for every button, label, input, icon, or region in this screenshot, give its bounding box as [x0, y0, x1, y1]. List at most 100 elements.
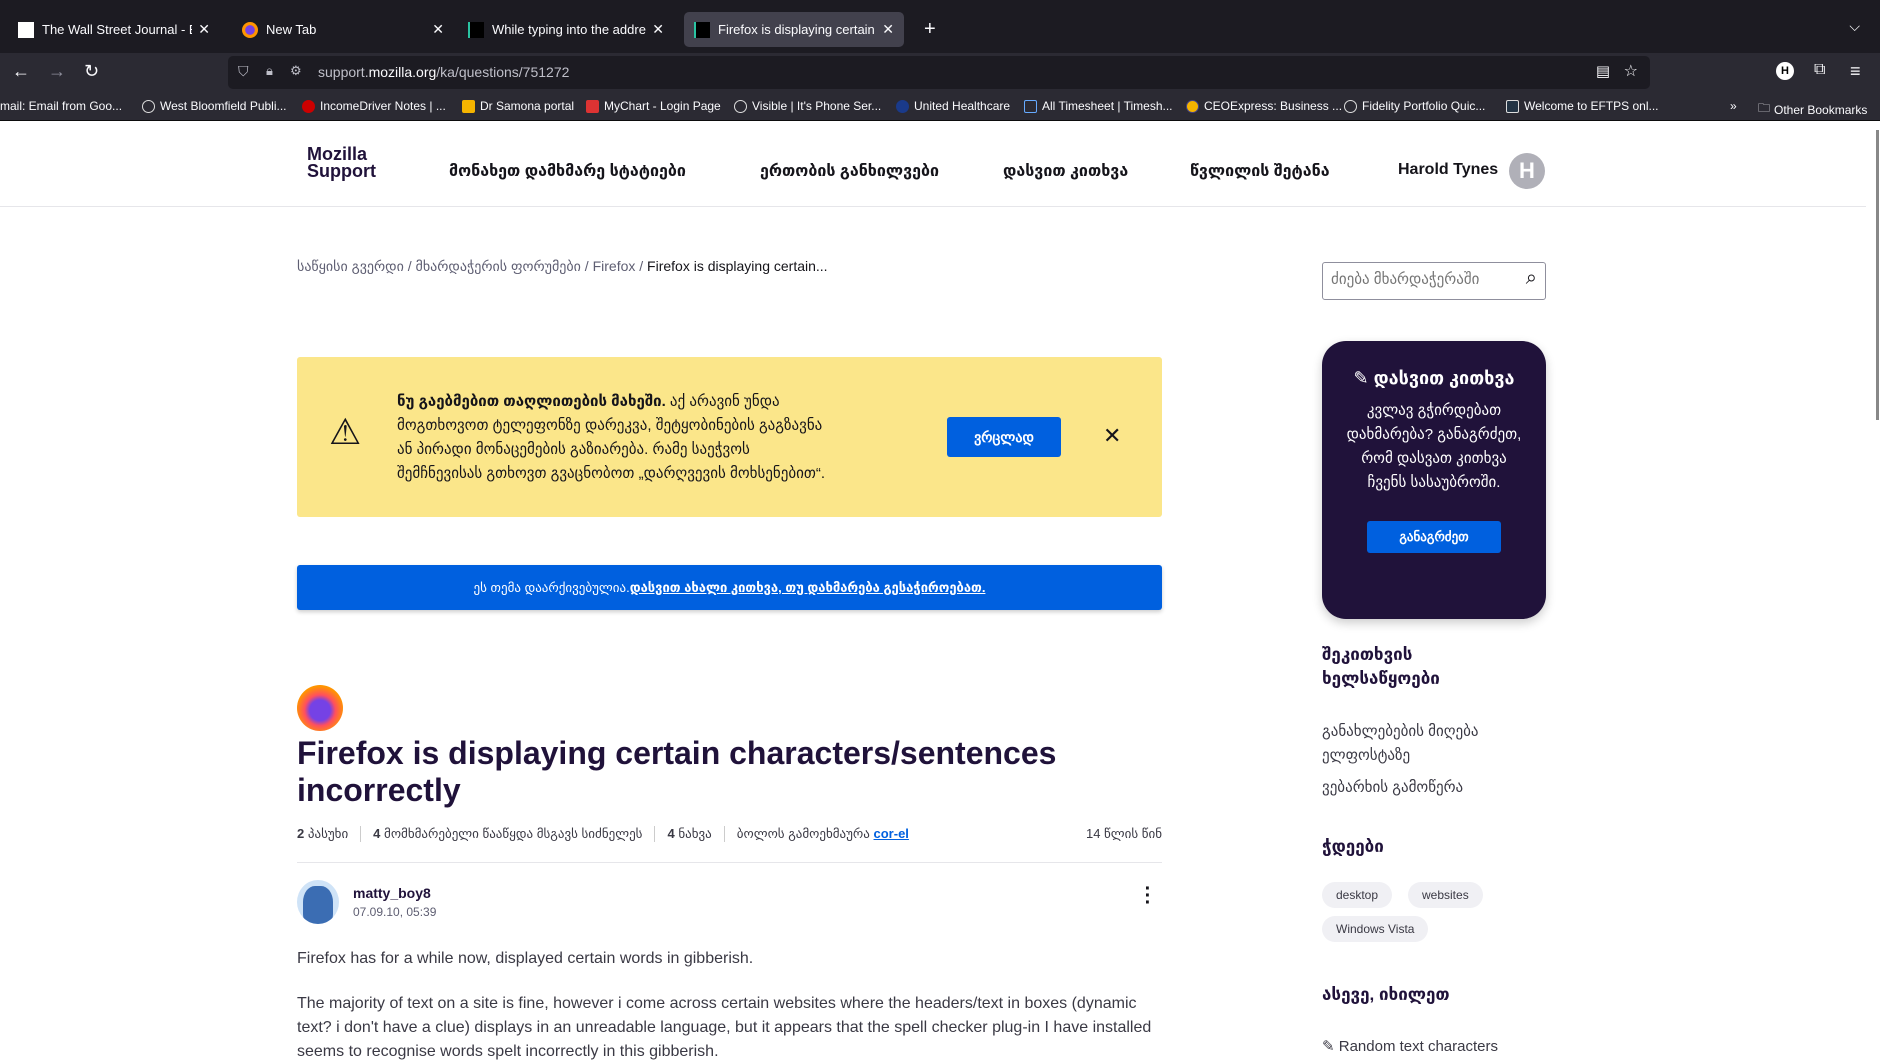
get-email-updates-link[interactable]: განახლებების მიღება ელფოსტაზე [1322, 720, 1522, 768]
tab-typing[interactable]: While typing into the address bar✕ [458, 12, 674, 47]
divider [297, 862, 1162, 863]
user-avatar[interactable]: H [1509, 153, 1545, 189]
url-bar[interactable]: ⛉ 🔒︎ ⚙ support.mozilla.org/ka/questions/… [228, 56, 1650, 89]
edit-icon: ✎ [1353, 368, 1369, 388]
tab-wsj[interactable]: The Wall Street Journal - Breaking✕ [8, 12, 220, 47]
samona-icon [462, 99, 475, 113]
learn-more-button[interactable]: ვრცლად [947, 417, 1061, 457]
views-stat: 4 ნახვა [655, 826, 725, 842]
nav-contribute[interactable]: წვლილის შეტანა [1190, 161, 1330, 181]
search-icon[interactable]: ⌕ [1526, 267, 1537, 290]
site-header: Mozilla Support მონახეთ დამხმარე სტატიები… [0, 121, 1866, 207]
question-title: Firefox is displaying certain characters… [297, 735, 1057, 808]
account-icon[interactable]: H [1776, 62, 1794, 80]
forward-icon[interactable]: → [48, 61, 66, 82]
wsj-icon [18, 21, 34, 38]
tags-heading: ჭდეები [1322, 837, 1384, 856]
mozilla-support-logo[interactable]: Mozilla Support [307, 145, 376, 180]
permissions-icon[interactable]: ⚙ [290, 63, 302, 79]
tab-bar: The Wall Street Journal - Breaking✕ New … [0, 0, 1880, 53]
list-tabs-icon[interactable]: ⌵ [1849, 18, 1860, 35]
tab-active[interactable]: Firefox is displaying certain characters… [684, 12, 904, 47]
related-article-link[interactable]: ✎ Random text characters [1322, 1035, 1498, 1059]
nav-ask-question[interactable]: დასვით კითხვა [1003, 161, 1128, 181]
same-problem-stat: 4 მომხმარებელი წააწყდა მსგავს სიძნელეს [361, 826, 656, 842]
bookmark-item[interactable]: CEOExpress: Business ... [1186, 99, 1342, 113]
firefox-icon [242, 21, 258, 38]
back-icon[interactable]: ← [12, 61, 30, 82]
author-avatar[interactable] [297, 880, 339, 924]
breadcrumb-home[interactable]: საწყისი გვერდი [297, 258, 404, 274]
other-bookmarks[interactable]: 🗀 Other Bookmarks [1758, 99, 1867, 120]
breadcrumb-forums[interactable]: მხარდაჭერის ფორუმები [416, 258, 581, 274]
question-body: Firefox has for a while now, displayed c… [297, 950, 1152, 1060]
bookmark-item[interactable]: Visible | It's Phone Ser... [734, 99, 881, 113]
close-tab-icon[interactable]: ✕ [652, 21, 664, 38]
eftps-icon [1506, 99, 1519, 113]
nav-community-discussions[interactable]: ერთობის განხილვები [760, 161, 939, 181]
last-reply-stat: ბოლოს გამოეხმაურა cor-el [736, 826, 909, 841]
search-box: ⌕ [1322, 262, 1546, 300]
replies-stat: 2 პასუხი [297, 826, 362, 842]
nav-explore-articles[interactable]: მონახეთ დამხმარე სტატიები [449, 161, 686, 181]
close-tab-icon[interactable]: ✕ [198, 21, 210, 38]
more-options-icon[interactable]: · · · [1143, 879, 1153, 913]
timesheet-icon [1024, 99, 1037, 113]
url-text[interactable]: support.mozilla.org/ka/questions/751272 [318, 64, 569, 80]
tag-desktop[interactable]: desktop [1322, 882, 1393, 908]
ask-question-card: ✎ დასვით კითხვა კვლავ გჭირდებათ დახმარებ… [1322, 341, 1546, 619]
incomedriver-icon [302, 99, 315, 113]
tab-new-tab[interactable]: New Tab ✕ [232, 12, 454, 47]
close-tab-icon[interactable]: ✕ [432, 21, 444, 38]
reader-view-icon[interactable]: ▤ [1596, 62, 1610, 80]
tag-websites[interactable]: websites [1408, 882, 1483, 908]
bookmark-item[interactable]: Fidelity Portfolio Quic... [1344, 99, 1485, 113]
sumo-icon [694, 21, 710, 38]
close-tab-icon[interactable]: ✕ [882, 21, 894, 38]
bookmark-item[interactable]: mail: Email from Goo... [0, 99, 122, 113]
ask-new-question-link[interactable]: დასვით ახალი კითხვა, თუ დახმარება გესაჭი… [630, 580, 986, 596]
bookmark-item[interactable]: IncomeDriver Notes | ... [302, 99, 446, 113]
shield-icon[interactable]: ⛉ [238, 63, 249, 80]
user-name[interactable]: Harold Tynes [1398, 161, 1498, 179]
question-tools-heading: შეკითხვის ხელსაწყოები [1322, 645, 1440, 688]
extensions-icon[interactable]: ⧉ [1814, 61, 1825, 79]
search-input[interactable] [1331, 271, 1507, 288]
tag-windows-vista[interactable]: Windows Vista [1322, 916, 1429, 942]
star-icon[interactable]: ☆ [1624, 61, 1638, 81]
mychart-icon [586, 99, 599, 113]
archived-notice: ეს თემა დაარქივებულია. დასვით ახალი კითხ… [297, 565, 1162, 610]
globe-icon [142, 99, 155, 113]
lock-icon[interactable]: 🔒︎ [266, 63, 273, 79]
bookmark-item[interactable]: United Healthcare [896, 99, 1010, 113]
question-age: 14 წლის წინ [1085, 826, 1162, 841]
close-icon[interactable]: ✕ [1103, 423, 1121, 449]
bookmark-item[interactable]: Welcome to EFTPS onl... [1506, 99, 1659, 113]
warning-text: ნუ გაებმებით თაღლითების მახეში. აქ არავი… [397, 393, 826, 482]
scam-warning-banner: ⚠ ნუ გაებმებით თაღლითების მახეში. აქ არა… [297, 357, 1162, 517]
globe-icon [1344, 99, 1357, 113]
question-stats: 2 პასუხი 4 მომხმარებელი წააწყდა მსგავს ს… [297, 826, 1162, 842]
bookmark-item[interactable]: MyChart - Login Page [586, 99, 721, 113]
breadcrumb-current: Firefox is displaying certain... [647, 258, 828, 274]
last-reply-user-link[interactable]: cor-el [874, 826, 909, 841]
subscribe-feed-link[interactable]: ვებარხის გამოწერა [1322, 776, 1463, 800]
warning-icon: ⚠ [329, 411, 362, 452]
continue-button[interactable]: განაგრძეთ [1367, 521, 1501, 553]
bookmarks-toolbar: mail: Email from Goo... West Bloomfield … [0, 93, 1880, 121]
menu-icon[interactable]: ≡ [1850, 61, 1861, 82]
author-name[interactable]: matty_boy8 [353, 885, 431, 901]
reload-icon[interactable]: ↻ [84, 61, 99, 82]
bookmark-item[interactable]: West Bloomfield Publi... [142, 99, 287, 113]
uhc-icon [896, 99, 909, 113]
bookmark-item[interactable]: All Timesheet | Timesh... [1024, 99, 1173, 113]
post-date: 07.09.10, 05:39 [353, 905, 437, 919]
card-title: ✎ დასვით კითხვა [1353, 368, 1515, 388]
bookmark-item[interactable]: Dr Samona portal [462, 99, 574, 113]
scrollbar-thumb[interactable] [1876, 130, 1879, 420]
more-bookmarks-icon[interactable]: » [1730, 99, 1737, 113]
card-text: კვლავ გჭირდებათ დახმარება? განაგრძეთ, რო… [1346, 402, 1522, 491]
breadcrumb-product[interactable]: Firefox [593, 258, 636, 274]
firefox-product-icon [297, 685, 343, 731]
new-tab-button[interactable]: + [914, 12, 946, 47]
